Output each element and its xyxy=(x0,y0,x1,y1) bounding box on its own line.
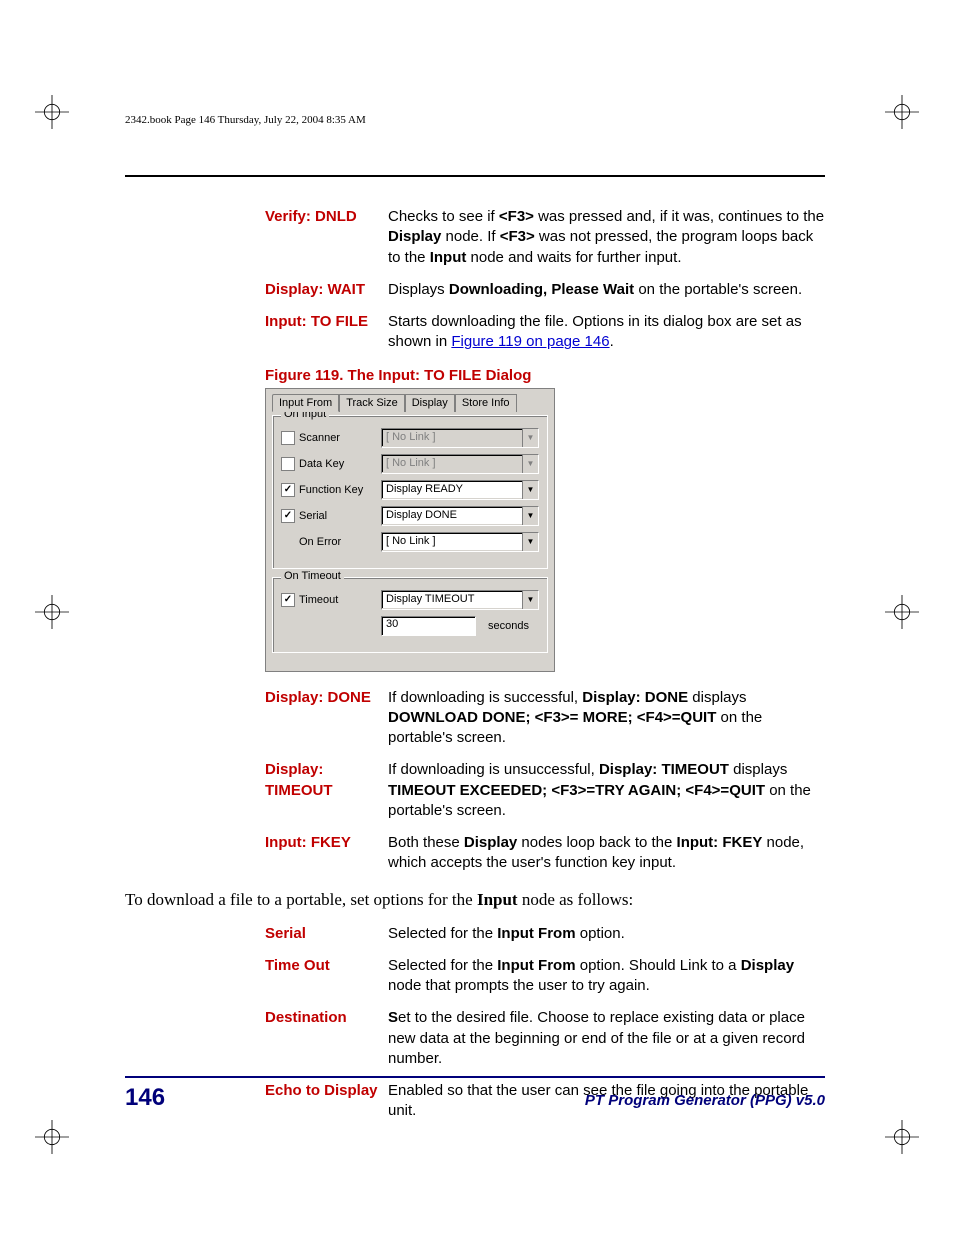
definition-row: Input: TO FILEStarts downloading the fil… xyxy=(265,312,825,353)
row-label: Function Key xyxy=(299,484,363,496)
timeout-label: Timeout xyxy=(299,594,338,606)
chevron-down-icon[interactable]: ▼ xyxy=(522,533,538,551)
chevron-down-icon: ▼ xyxy=(522,455,538,473)
definition-row: Input: FKEYBoth these Display nodes loop… xyxy=(265,833,825,874)
dialog-row: Data Key [ No Link ]▼ xyxy=(281,454,539,474)
definition-body: Set to the desired file. Choose to repla… xyxy=(388,1008,825,1069)
dialog-row: Function Key Display READY▼ xyxy=(281,480,539,500)
definition-body: Starts downloading the file. Options in … xyxy=(388,312,825,353)
row-label: Scanner xyxy=(299,432,340,444)
definition-row: Display: WAITDisplays Downloading, Pleas… xyxy=(265,280,825,300)
definition-body: Selected for the Input From option. Shou… xyxy=(388,956,825,997)
crop-mark-icon xyxy=(885,595,919,629)
on-input-group: On Input Scanner[ No Link ]▼Data Key[ No… xyxy=(272,415,548,569)
row-label: On Error xyxy=(299,536,341,548)
figure-caption: Figure 119. The Input: TO FILE Dialog xyxy=(265,367,825,384)
definition-row: Display: DONEIf downloading is successfu… xyxy=(265,688,825,749)
definition-row: DestinationSet to the desired file. Choo… xyxy=(265,1008,825,1069)
definition-body: Selected for the Input From option. xyxy=(388,924,825,944)
chevron-down-icon: ▼ xyxy=(522,429,538,447)
combo-box: [ No Link ]▼ xyxy=(381,428,539,448)
dialog-tab[interactable]: Input From xyxy=(272,394,339,412)
checkbox[interactable] xyxy=(281,483,295,497)
definition-term: Display: TIMEOUT xyxy=(265,760,388,821)
definition-row: Display: TIMEOUTIf downloading is unsucc… xyxy=(265,760,825,821)
definition-term: Display: WAIT xyxy=(265,280,388,300)
combo-value: Display READY xyxy=(382,481,522,499)
dialog-row: Serial Display DONE▼ xyxy=(281,506,539,526)
checkbox[interactable] xyxy=(281,431,295,445)
row-label: Data Key xyxy=(299,458,344,470)
crop-mark-icon xyxy=(35,1120,69,1154)
page-footer: 146 PT Program Generator (PPG) v5.0 xyxy=(125,1076,825,1112)
dialog-tab[interactable]: Display xyxy=(405,394,455,412)
crop-mark-icon xyxy=(885,1120,919,1154)
definition-term: Input: TO FILE xyxy=(265,312,388,353)
timeout-combo[interactable]: Display TIMEOUT ▼ xyxy=(381,590,539,610)
combo-box[interactable]: [ No Link ]▼ xyxy=(381,532,539,552)
chevron-down-icon[interactable]: ▼ xyxy=(522,591,538,609)
combo-box: [ No Link ]▼ xyxy=(381,454,539,474)
combo-box[interactable]: Display READY▼ xyxy=(381,480,539,500)
checkbox[interactable] xyxy=(281,509,295,523)
definition-term: Destination xyxy=(265,1008,388,1069)
crop-mark-icon xyxy=(35,595,69,629)
definitions-block-2: Display: DONEIf downloading is successfu… xyxy=(265,688,825,874)
definition-row: SerialSelected for the Input From option… xyxy=(265,924,825,944)
combo-value: Display TIMEOUT xyxy=(382,591,522,609)
definition-term: Verify: DNLD xyxy=(265,207,388,268)
footer-rule xyxy=(125,1076,825,1078)
seconds-suffix: seconds xyxy=(488,620,529,632)
definition-body: If downloading is unsuccessful, Display:… xyxy=(388,760,825,821)
dialog-tab[interactable]: Store Info xyxy=(455,394,517,412)
definition-body: Both these Display nodes loop back to th… xyxy=(388,833,825,874)
definition-body: Checks to see if <F3> was pressed and, i… xyxy=(388,207,825,268)
definition-body: Displays Downloading, Please Wait on the… xyxy=(388,280,825,300)
input-tofile-dialog: Input FromTrack SizeDisplayStore Info On… xyxy=(265,388,555,672)
crop-mark-icon xyxy=(35,95,69,129)
definition-term: Display: DONE xyxy=(265,688,388,749)
seconds-input[interactable]: 30 xyxy=(381,616,476,636)
checkbox[interactable] xyxy=(281,457,295,471)
combo-box[interactable]: Display DONE▼ xyxy=(381,506,539,526)
chevron-down-icon[interactable]: ▼ xyxy=(522,481,538,499)
chevron-down-icon[interactable]: ▼ xyxy=(522,507,538,525)
header-rule xyxy=(125,175,825,177)
combo-value: [ No Link ] xyxy=(382,429,522,447)
dialog-row: Scanner [ No Link ]▼ xyxy=(281,428,539,448)
definitions-block-1: Verify: DNLDChecks to see if <F3> was pr… xyxy=(265,207,825,353)
dialog-tabs: Input FromTrack SizeDisplayStore Info xyxy=(272,393,548,411)
definition-term: Time Out xyxy=(265,956,388,997)
page-number: 146 xyxy=(125,1084,165,1112)
combo-value: [ No Link ] xyxy=(382,533,522,551)
on-timeout-group: On Timeout Timeout Display TIMEOUT ▼ 30 … xyxy=(272,577,548,653)
print-header: 2342.book Page 146 Thursday, July 22, 20… xyxy=(125,114,366,126)
timeout-checkbox[interactable] xyxy=(281,593,295,607)
group-legend: On Timeout xyxy=(281,570,344,582)
definition-row: Time OutSelected for the Input From opti… xyxy=(265,956,825,997)
crop-mark-icon xyxy=(885,95,919,129)
combo-value: Display DONE xyxy=(382,507,522,525)
combo-value: [ No Link ] xyxy=(382,455,522,473)
footer-title: PT Program Generator (PPG) v5.0 xyxy=(585,1092,825,1109)
row-label: Serial xyxy=(299,510,327,522)
dialog-tab[interactable]: Track Size xyxy=(339,394,405,412)
body-paragraph: To download a file to a portable, set op… xyxy=(125,890,825,910)
definition-term: Input: FKEY xyxy=(265,833,388,874)
definition-term: Serial xyxy=(265,924,388,944)
definition-body: If downloading is successful, Display: D… xyxy=(388,688,825,749)
definition-row: Verify: DNLDChecks to see if <F3> was pr… xyxy=(265,207,825,268)
dialog-row: On Error [ No Link ]▼ xyxy=(281,532,539,552)
